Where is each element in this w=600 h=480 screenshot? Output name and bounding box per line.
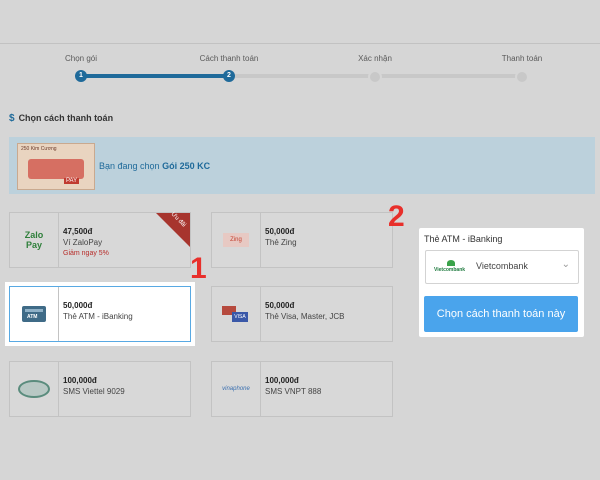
method-price: 100,000đ [265,376,299,385]
annotation-number-1: 1 [190,252,207,285]
zing-logo: Zing [212,213,261,267]
package-image: 250 Kim Cương PAY [17,143,95,190]
method-price: 100,000đ [63,376,97,385]
viettel-logo [10,362,59,416]
step-progress-line [81,74,229,78]
visa-mark: VISA [232,312,248,322]
chevron-down-icon: ⌄ [561,259,570,270]
method-name: Thẻ Zing [265,238,297,247]
selected-package-banner: 250 Kim Cương PAY Bạn đang chọn Gói 250 … [9,137,595,194]
atm-card-logo: ATM [10,287,59,341]
choose-payment-button[interactable]: Chọn cách thanh toán này [424,296,578,332]
method-price: 47,500đ [63,227,93,236]
panel-title: Thẻ ATM - iBanking [424,234,503,244]
method-price: 50,000đ [63,301,93,310]
step-label-3: Xác nhận [358,54,392,63]
payment-method-vnpt[interactable]: vinaphone 100,000đ SMS VNPT 888 [211,361,393,417]
package-image-caption: 250 Kim Cương [21,146,57,152]
step-circle-4: 4 [515,70,529,84]
section-title: $ Chọn cách thanh toán [9,113,113,124]
section-title-text: Chọn cách thanh toán [18,113,114,123]
method-name: SMS VNPT 888 [265,387,322,396]
package-image-art [28,159,84,179]
payment-method-zing[interactable]: Zing 50,000đ Thẻ Zing [211,212,393,268]
method-name: Thẻ Visa, Master, JCB [265,312,345,321]
method-price: 50,000đ [265,227,295,236]
checkout-stepper: Chọn gói 1 Cách thanh toán 2 Xác nhận 3 … [0,50,600,90]
package-image-badge: PAY [64,178,80,184]
step-circle-1[interactable]: 1 [75,70,87,82]
banner-text: Bạn đang chọn Gói 250 KC [99,161,210,171]
zalopay-logo-line2: Pay [25,240,42,250]
annotation-number-2: 2 [388,200,405,233]
vinaphone-logo: vinaphone [212,362,261,416]
method-name: Ví ZaloPay [63,238,103,247]
step-label-1: Chọn gói [64,54,98,63]
payment-method-viettel[interactable]: 100,000đ SMS Viettel 9029 [9,361,191,417]
vinaphone-logo-text: vinaphone [222,386,250,392]
zing-logo-text: Zing [223,233,249,247]
bank-select[interactable]: Vietcombank Vietcombank ⌄ [425,250,579,284]
atm-logo-text: ATM [27,314,38,320]
bank-select-value: Vietcombank [476,261,528,271]
payment-method-visa[interactable]: VISA 50,000đ Thẻ Visa, Master, JCB [211,286,393,342]
step-label-2: Cách thanh toán [199,54,259,63]
banner-prefix: Bạn đang chọn [99,161,160,171]
method-name: Thẻ ATM - iBanking [63,312,133,321]
step-label-4: Thanh toán [501,54,543,63]
zalopay-logo: Zalo Pay [10,213,59,267]
method-promo: Giảm ngay 5% [63,250,109,257]
step-circle-2[interactable]: 2 [223,70,235,82]
payment-method-zalopay[interactable]: Zalo Pay 47,500đ Ví ZaloPay Giảm ngay 5% … [9,211,191,268]
payment-detail-panel: Thẻ ATM - iBanking Vietcombank Vietcomba… [419,228,584,337]
dollar-icon: $ [9,113,15,124]
method-name: SMS Viettel 9029 [63,387,125,396]
method-price: 50,000đ [265,301,295,310]
atm-card-icon: ATM [22,306,46,322]
visa-logo: VISA [212,287,261,341]
viettel-logo-mark [18,380,50,398]
bank-logo-text: Vietcombank [434,267,466,273]
vietcombank-logo: Vietcombank [434,260,468,274]
banner-package: Gói 250 KC [162,161,211,171]
zalopay-logo-line1: Zalo [24,230,44,240]
step-circle-3: 3 [368,70,382,84]
header-divider [0,43,600,44]
payment-method-atm[interactable]: ATM 50,000đ Thẻ ATM - iBanking [9,286,191,342]
